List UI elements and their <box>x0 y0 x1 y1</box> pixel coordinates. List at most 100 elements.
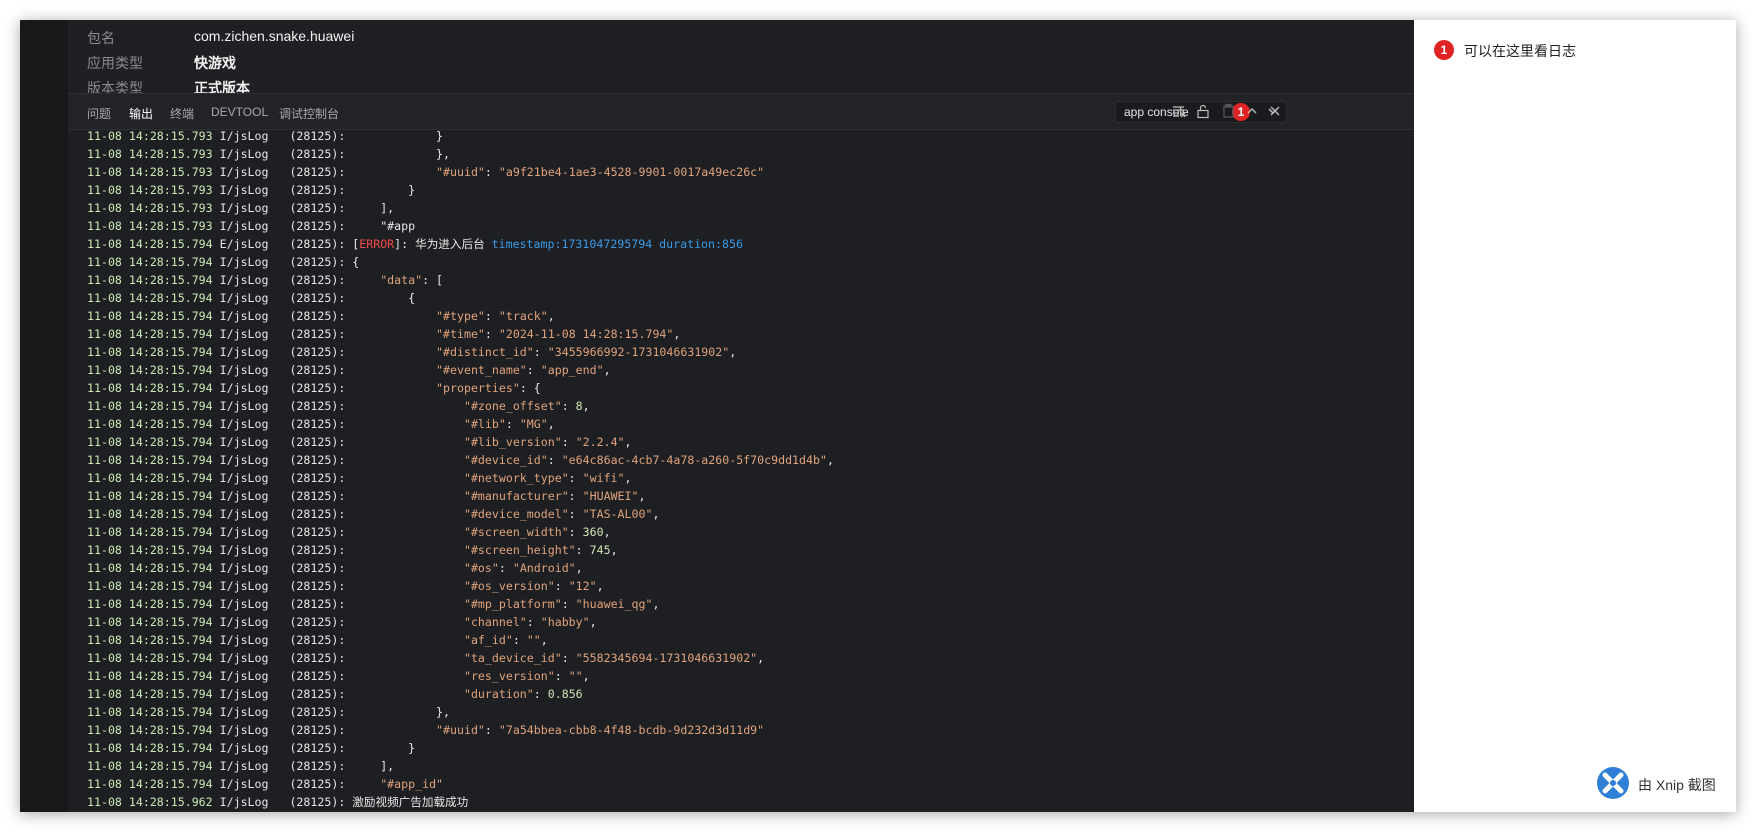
log-message-segment: "#type" <box>436 309 485 323</box>
log-pid: (28125): <box>289 147 346 161</box>
tab-devtool[interactable]: DEVTOOL <box>211 105 268 119</box>
log-message-segment: : <box>505 417 520 431</box>
log-message: "ta_device_id": "5582345694-173104663190… <box>352 651 764 665</box>
tab-terminal[interactable]: 终端 <box>170 105 194 122</box>
tab-problems[interactable]: 问题 <box>87 105 111 122</box>
log-message-segment: : <box>484 327 499 341</box>
log-message-segment: : <box>484 723 499 737</box>
log-message: "#device_model": "TAS-AL00", <box>352 507 659 521</box>
log-message-segment <box>352 165 436 179</box>
log-message-segment: "properties" <box>436 381 520 395</box>
log-pid: (28125): <box>289 489 346 503</box>
screenshot-window: 包名 com.zichen.snake.huawei 应用类型 快游戏 版本类型… <box>20 20 1736 812</box>
log-message-segment: "#device_id" <box>463 453 548 467</box>
log-line: 11-08 14:28:15.794 I/jsLog (28125): "res… <box>87 667 834 685</box>
log-message-segment: : <box>554 669 569 683</box>
log-message: }, <box>352 705 450 719</box>
log-message-segment: 0.856 <box>547 687 583 701</box>
log-message-segment: : <box>533 687 548 701</box>
log-message-segment: "af_id" <box>463 633 513 647</box>
log-message: "properties": { <box>352 381 541 395</box>
log-timestamp: 11-08 14:28:15.793 <box>87 219 213 233</box>
log-message-segment: "ta_device_id" <box>463 651 562 665</box>
log-tag: I/jsLog <box>219 759 269 773</box>
log-tag: I/jsLog <box>219 777 269 791</box>
log-tag: I/jsLog <box>219 741 269 755</box>
log-message-segment <box>352 525 464 539</box>
log-timestamp: 11-08 14:28:15.794 <box>87 417 213 431</box>
log-tag: I/jsLog <box>219 291 269 305</box>
log-message-segment: ], <box>352 759 395 773</box>
log-pid: (28125): <box>289 201 346 215</box>
log-pid: (28125): <box>289 543 346 557</box>
log-message-segment: "" <box>568 669 583 683</box>
log-timestamp: 11-08 14:28:15.794 <box>87 705 213 719</box>
log-message-segment: , <box>638 489 646 503</box>
log-tag: I/jsLog <box>219 345 269 359</box>
log-tag: I/jsLog <box>219 669 269 683</box>
output-log-area[interactable]: 11-08 14:28:15.793 I/jsLog (28125): } 11-… <box>68 130 1414 812</box>
log-timestamp: 11-08 14:28:15.794 <box>87 363 213 377</box>
log-message-segment: : <box>561 651 576 665</box>
log-message-segment <box>352 435 464 449</box>
log-message-segment: "data" <box>380 273 423 287</box>
log-message-segment: "TAS-AL00" <box>582 507 653 521</box>
log-line: 11-08 14:28:15.794 I/jsLog (28125): "#sc… <box>87 523 834 541</box>
log-message-segment: 360 <box>582 525 604 539</box>
log-message-segment: : <box>484 165 499 179</box>
log-tag: I/jsLog <box>219 633 269 647</box>
log-message-segment: "#time" <box>436 327 485 341</box>
log-message-segment: : <box>533 345 548 359</box>
log-message: } <box>352 130 443 143</box>
log-message-segment: "3455966992-1731046631902" <box>547 345 730 359</box>
log-message-segment: "#lib" <box>463 417 506 431</box>
log-message-segment: : <box>526 363 541 377</box>
log-message-segment <box>352 507 464 521</box>
watermark-text: 由 Xnip 截图 <box>1638 777 1716 793</box>
log-pid: (28125): <box>289 687 346 701</box>
lock-icon[interactable] <box>1195 103 1211 119</box>
tab-output[interactable]: 输出 <box>129 105 154 132</box>
log-line: 11-08 14:28:15.794 I/jsLog (28125): "#ti… <box>87 325 834 343</box>
log-message-segment <box>352 651 464 665</box>
log-message-segment: } <box>352 183 416 197</box>
log-message-segment <box>352 273 380 287</box>
log-tag: I/jsLog <box>219 201 269 215</box>
log-tag: E/jsLog <box>219 237 269 251</box>
log-message: } <box>352 741 415 755</box>
log-message-segment: { <box>352 255 360 269</box>
log-timestamp: 11-08 14:28:15.794 <box>87 471 213 485</box>
log-tag: I/jsLog <box>219 525 269 539</box>
tab-debug-console[interactable]: 调试控制台 <box>279 105 339 122</box>
copy-icon[interactable] <box>1220 103 1236 119</box>
close-icon[interactable] <box>1267 103 1283 119</box>
log-message-segment: "#os_version" <box>463 579 555 593</box>
log-message-segment: "#distinct_id" <box>436 345 534 359</box>
log-tag: I/jsLog <box>219 399 269 413</box>
log-message-segment <box>352 417 464 431</box>
log-message-segment: : <box>561 399 576 413</box>
log-message-segment: "res_version" <box>463 669 555 683</box>
log-tag: I/jsLog <box>219 705 269 719</box>
log-tag: I/jsLog <box>219 309 269 323</box>
clear-output-icon[interactable] <box>1171 103 1187 119</box>
log-timestamp: 11-08 14:28:15.962 <box>87 795 213 809</box>
log-line: 11-08 14:28:15.794 I/jsLog (28125): { <box>87 253 834 271</box>
log-message-segment <box>352 687 464 701</box>
log-tag: I/jsLog <box>219 453 269 467</box>
log-timestamp: 11-08 14:28:15.794 <box>87 453 213 467</box>
info-value: 快游戏 <box>194 55 236 71</box>
log-message-segment <box>352 777 380 791</box>
log-message-segment: } <box>352 130 444 143</box>
log-pid: (28125): <box>289 435 346 449</box>
log-message-segment <box>352 633 464 647</box>
log-message-segment: , <box>575 561 583 575</box>
log-pid: (28125): <box>289 471 346 485</box>
log-pid: (28125): <box>289 777 346 791</box>
log-message-segment: : <box>568 525 583 539</box>
log-message-segment: timestamp:1731047295794 duration:856 <box>491 237 743 251</box>
log-message-segment: "habby" <box>540 615 590 629</box>
log-pid: (28125): <box>289 759 346 773</box>
chevron-up-icon[interactable] <box>1244 103 1260 119</box>
log-message: "#app_id" <box>352 777 443 791</box>
